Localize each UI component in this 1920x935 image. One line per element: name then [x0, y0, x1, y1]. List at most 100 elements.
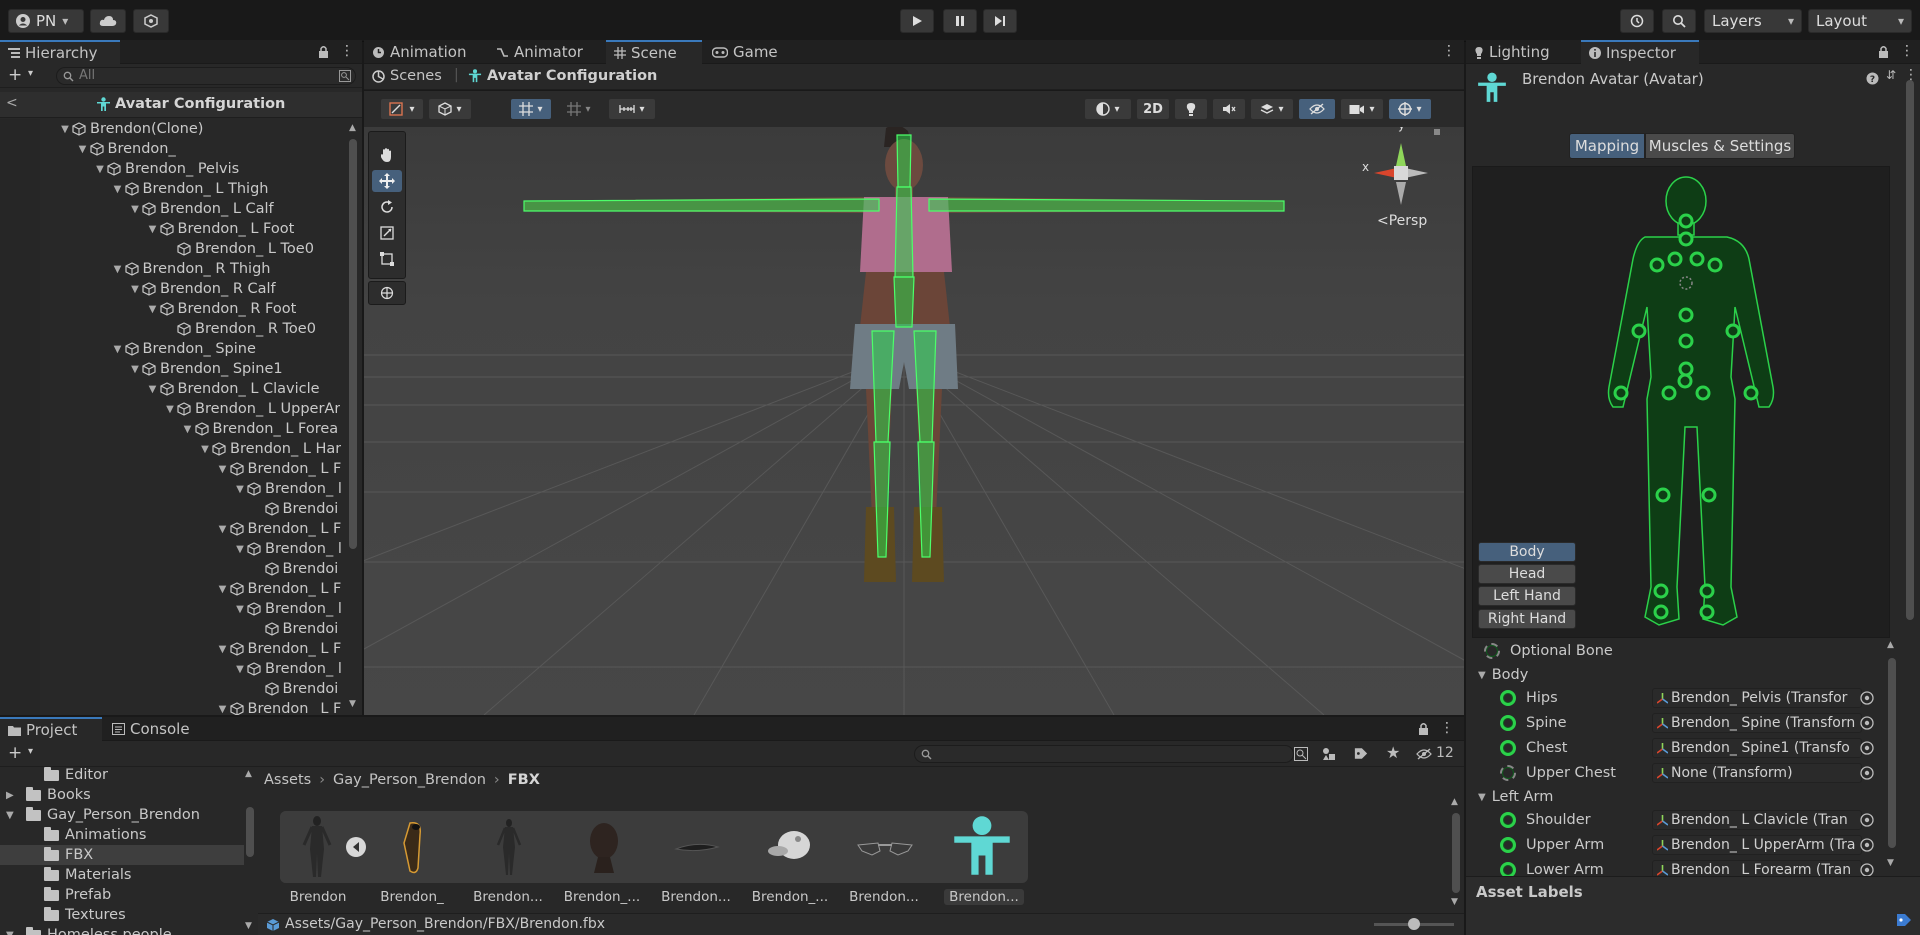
expand-arrow-icon[interactable]: ▶ — [6, 790, 22, 801]
add-object-button[interactable]: + — [8, 65, 22, 85]
asset-label[interactable]: Brendon — [278, 889, 358, 905]
hierarchy-row[interactable]: ▼ Brendon_ L Thigh — [111, 179, 269, 199]
scroll-down-icon[interactable]: ▼ — [1887, 858, 1894, 868]
hierarchy-row[interactable]: ▼ Brendon_ L Calf — [128, 199, 274, 219]
bone-transform-field[interactable]: Brendon_ Pelvis (Transfor — [1652, 688, 1862, 708]
expand-arrow-icon[interactable]: ▼ — [233, 664, 247, 675]
bone-status-icon[interactable] — [1500, 690, 1516, 706]
transform-tool[interactable] — [368, 281, 406, 305]
object-picker-icon[interactable] — [1860, 716, 1874, 730]
asset-thumb-avatar[interactable] — [944, 809, 1020, 885]
hierarchy-row[interactable]: ▼ Brendon_ l — [233, 599, 342, 619]
search-by-type-icon[interactable] — [1294, 747, 1308, 761]
filter-type-icon[interactable] — [1322, 747, 1336, 761]
tab-console[interactable]: Console — [104, 717, 198, 741]
scroll-up-icon[interactable]: ▲ — [349, 123, 356, 133]
hierarchy-row[interactable]: ▼ Brendon_ L UpperAr — [163, 399, 340, 419]
scroll-up-icon[interactable]: ▲ — [245, 769, 252, 779]
asset-thumb-head[interactable] — [568, 813, 638, 881]
tab-scene[interactable]: Scene — [606, 40, 702, 64]
camera-button[interactable]: ▾ — [1340, 98, 1384, 120]
favorite-star-icon[interactable]: ★ — [1386, 743, 1400, 762]
chevron-down-icon[interactable]: ▾ — [28, 746, 33, 757]
mapping-tab-button[interactable]: Mapping — [1569, 133, 1645, 159]
tab-inspector[interactable]: Inspector — [1581, 40, 1699, 64]
inspector-scrollbar[interactable] — [1904, 50, 1916, 872]
project-folder-row[interactable]: Animations — [0, 825, 244, 845]
hierarchy-row[interactable]: Brendon_ R Toe0 — [163, 319, 316, 339]
increment-snap-button[interactable]: ▾ — [558, 98, 600, 120]
layers-dropdown[interactable]: Layers — [1704, 9, 1802, 33]
section-body-header[interactable]: ▼ Body — [1478, 663, 1888, 687]
collab-button[interactable] — [133, 9, 169, 33]
expand-arrow-icon[interactable]: ▼ — [163, 404, 177, 415]
asset-thumb-bracelet[interactable] — [662, 813, 732, 881]
lock-icon[interactable] — [1878, 45, 1889, 58]
tab-project[interactable]: Project — [0, 717, 102, 741]
expand-arrow-icon[interactable]: ▼ — [146, 304, 160, 315]
path-fbx[interactable]: FBX — [508, 772, 540, 788]
body-part-right-hand-button[interactable]: Right Hand — [1478, 609, 1576, 629]
shading-button[interactable]: ▾ — [1084, 98, 1132, 120]
layout-dropdown[interactable]: Layout — [1808, 9, 1912, 33]
expand-arrow-icon[interactable]: ▼ — [216, 644, 230, 655]
bone-status-icon[interactable] — [1500, 740, 1516, 756]
asset-label[interactable]: Brendon_... — [750, 889, 830, 905]
scroll-down-icon[interactable]: ▼ — [349, 699, 356, 709]
expand-arrow-icon[interactable]: ▼ — [216, 584, 230, 595]
hierarchy-row[interactable]: Brendoi — [251, 679, 338, 699]
project-folder-row[interactable]: FBX — [0, 845, 244, 865]
section-left-arm-header[interactable]: ▼ Left Arm — [1478, 785, 1888, 809]
account-dropdown[interactable]: PN — [8, 9, 84, 33]
object-picker-icon[interactable] — [1860, 813, 1874, 827]
zoom-slider[interactable] — [1374, 918, 1454, 930]
hierarchy-row[interactable]: ▼ Brendon_ L Forea — [181, 419, 339, 439]
muscles-tab-button[interactable]: Muscles & Settings — [1645, 133, 1795, 159]
gizmos-button[interactable]: ▾ — [1388, 98, 1432, 120]
hierarchy-row[interactable]: ▼ Brendon_ L F — [216, 579, 342, 599]
help-icon[interactable]: ? — [1866, 72, 1879, 85]
object-picker-icon[interactable] — [1860, 741, 1874, 755]
chevron-down-icon[interactable]: ▾ — [28, 68, 33, 79]
tab-game[interactable]: Game — [704, 40, 786, 64]
asset-label[interactable]: Brendon... — [844, 889, 924, 905]
hierarchy-row[interactable]: ▼ Brendon_ R Calf — [128, 279, 276, 299]
expand-arrow-icon[interactable]: ▼ — [93, 164, 107, 175]
expand-arrow-icon[interactable]: ▼ — [216, 464, 230, 475]
hierarchy-row[interactable]: ▼ Brendon_ L Clavicle — [146, 379, 320, 399]
bone-list-scrollbar[interactable]: ▲ ▼ — [1886, 640, 1898, 872]
label-tag-icon[interactable] — [1896, 913, 1912, 927]
expand-arrow-icon[interactable]: ▼ — [128, 204, 142, 215]
hierarchy-row[interactable]: Brendoi — [251, 499, 338, 519]
scale-tool[interactable] — [372, 222, 402, 244]
asset-thumb-glasses[interactable] — [380, 813, 450, 881]
hierarchy-row[interactable]: Brendoi — [251, 619, 338, 639]
projection-label[interactable]: <Persp — [1377, 213, 1427, 229]
scroll-up-icon[interactable]: ▲ — [1887, 640, 1894, 650]
bone-status-icon[interactable] — [1500, 715, 1516, 731]
hierarchy-scrollbar[interactable]: ▲ ▼ — [347, 119, 359, 715]
object-picker-icon[interactable] — [1860, 766, 1874, 780]
scroll-down-icon[interactable]: ▼ — [245, 921, 252, 931]
expand-arrow-icon[interactable]: ▼ — [128, 364, 142, 375]
bone-status-icon[interactable] — [1500, 765, 1516, 781]
object-picker-icon[interactable] — [1860, 863, 1874, 877]
expand-arrow-icon[interactable]: ▼ — [146, 224, 160, 235]
expand-arrow-icon[interactable]: ▼ — [6, 810, 22, 821]
hierarchy-row[interactable]: ▼ Brendon_ L F — [216, 699, 341, 715]
hierarchy-row[interactable]: ▼ Brendon_ Spine1 — [128, 359, 282, 379]
asset-thumb-cap[interactable] — [756, 813, 826, 881]
hierarchy-search-input[interactable]: All — [56, 67, 356, 85]
hand-tool[interactable] — [372, 144, 402, 166]
hierarchy-row[interactable]: ▼ Brendon_ R Foot — [146, 299, 297, 319]
expand-arrow-icon[interactable]: ▼ — [111, 184, 125, 195]
effects-button[interactable]: ▾ — [1250, 98, 1294, 120]
draw-mode-button[interactable]: ▾ — [380, 98, 424, 120]
asset-grid-scrollbar[interactable]: ▲ ▼ — [1450, 797, 1462, 911]
step-button[interactable] — [983, 9, 1017, 33]
bone-transform-field[interactable]: None (Transform) — [1652, 763, 1862, 783]
expand-arrow-icon[interactable]: ▼ — [111, 264, 125, 275]
expand-arrow-icon[interactable]: ▼ — [58, 124, 72, 135]
bone-list-scroll-thumb[interactable] — [1888, 658, 1896, 848]
bone-status-icon[interactable] — [1500, 812, 1516, 828]
